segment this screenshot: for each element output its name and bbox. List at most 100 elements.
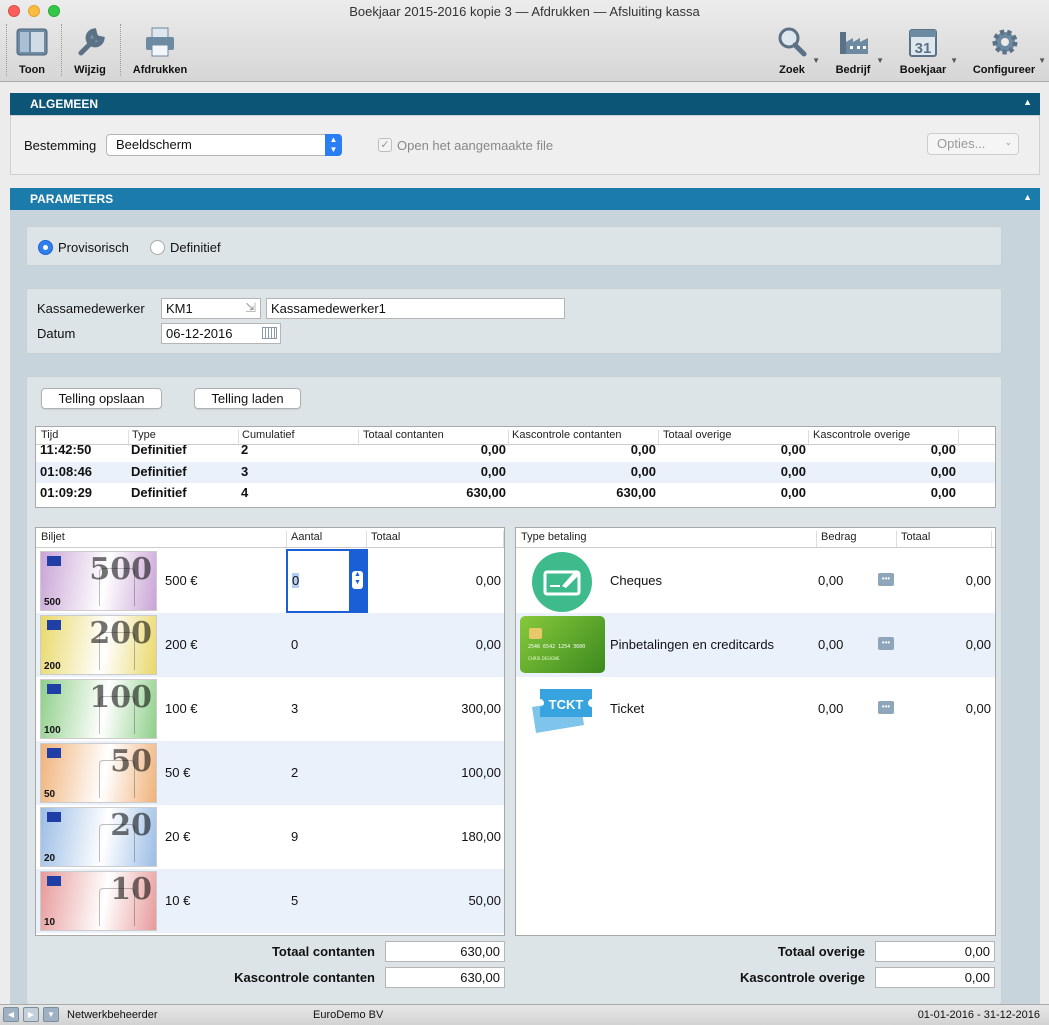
kassamedewerker-name-field[interactable]: Kassamedewerker1 — [266, 298, 565, 319]
banknote-image: 200 200 — [40, 615, 157, 675]
open-file-checkbox[interactable]: ✓ — [378, 138, 392, 152]
definitief-radio[interactable] — [150, 240, 165, 255]
parameters-title: PARAMETERS — [30, 192, 114, 206]
bestemming-select[interactable]: Beeldscherm ▲ ▼ — [106, 134, 342, 156]
eu-flag-icon — [47, 748, 61, 758]
svg-text:31: 31 — [915, 40, 932, 57]
nav-forward-icon[interactable]: ▶ — [23, 1007, 39, 1022]
biljetten-table[interactable]: Biljet Aantal Totaal 500 500 500 €0 ▲ ▼ 0,00 2… — [35, 527, 505, 936]
biljet-label: 20 € — [165, 829, 191, 844]
afdrukken-button[interactable]: Afdrukken — [128, 22, 192, 80]
lookup-arrow-icon[interactable]: ⇲ — [245, 300, 256, 316]
boekjaar-label: Boekjaar — [899, 64, 947, 76]
history-row[interactable]: 01:09:29 Definitief 4 630,00 630,00 0,00… — [36, 483, 995, 504]
biljet-totaal: 0,00 — [475, 637, 501, 652]
status-period: 01-01-2016 - 31-12-2016 — [917, 1009, 1040, 1021]
nav-down-icon[interactable]: ▼ — [43, 1007, 59, 1022]
banknote-value: 100 — [89, 680, 152, 715]
banknote-image: 100 100 — [40, 679, 157, 739]
details-icon[interactable]: ••• — [878, 701, 894, 714]
details-icon[interactable]: ••• — [878, 637, 894, 650]
aantal-value[interactable]: 3 — [291, 701, 298, 716]
zoek-button[interactable]: ▼ Zoek — [772, 22, 820, 80]
telling-laden-button[interactable]: Telling laden — [194, 388, 301, 409]
toon-button[interactable]: Toon — [10, 22, 54, 80]
col-tijd[interactable]: Tijd — [41, 429, 58, 441]
nav-back-icon[interactable]: ◀ — [3, 1007, 19, 1022]
chevron-down-icon: ⌄ — [1004, 137, 1012, 147]
history-table[interactable]: Tijd Type Cumulatief Totaal contanten Ka… — [35, 426, 996, 508]
col-kascontrole-overige[interactable]: Kascontrole overige — [813, 429, 910, 441]
biljet-row[interactable]: 200 200 200 € 0 0,00 — [36, 613, 504, 677]
col-biljet[interactable]: Biljet — [41, 531, 65, 543]
biljet-row[interactable]: 10 10 10 € 5 50,00 — [36, 869, 504, 933]
history-totaal-contanten: 630,00 — [466, 485, 506, 500]
type-radio-group: Provisorisch Definitief — [26, 226, 1002, 266]
col-totaal[interactable]: Totaal — [371, 531, 400, 543]
history-totaal-overige: 0,00 — [780, 445, 806, 457]
datum-label: Datum — [37, 326, 76, 341]
kascontrole-overige-field[interactable]: 0,00 — [875, 967, 995, 988]
eu-flag-icon — [47, 556, 61, 566]
calendar-icon[interactable] — [262, 327, 277, 339]
datum-field[interactable]: 06-12-2016 — [161, 323, 281, 344]
aantal-input-active[interactable]: 0 ▲ ▼ — [286, 549, 368, 613]
banknote-value: 20 — [110, 808, 152, 843]
collapse-icon[interactable]: ▲ — [1023, 192, 1032, 202]
kascontrole-contanten-field[interactable]: 630,00 — [385, 967, 505, 988]
kassamedewerker-code-field[interactable]: KM1 ⇲ — [161, 298, 261, 319]
collapse-icon[interactable]: ▲ — [1023, 97, 1032, 107]
history-row[interactable]: 01:08:46 Definitief 3 0,00 0,00 0,00 0,0… — [36, 462, 995, 483]
totaal-overige-field[interactable]: 0,00 — [875, 941, 995, 962]
aantal-value[interactable]: 5 — [291, 893, 298, 908]
history-row[interactable]: 11:42:50 Definitief 2 0,00 0,00 0,00 0,0… — [36, 445, 995, 461]
betaling-row[interactable]: Cheques 0,00 ••• 0,00 — [516, 549, 995, 613]
col-kascontrole-contanten[interactable]: Kascontrole contanten — [512, 429, 621, 441]
col-totaal[interactable]: Totaal — [901, 531, 930, 543]
algemeen-section-header[interactable]: ALGEMEEN ▲ — [10, 93, 1040, 115]
stepper-icon[interactable]: ▲ ▼ — [352, 571, 363, 589]
biljet-row[interactable]: 20 20 20 €9 180,00 — [36, 805, 504, 869]
banknote-value: 500 — [89, 552, 152, 587]
betaling-label: Ticket — [610, 701, 645, 716]
telling-opslaan-button[interactable]: Telling opslaan — [41, 388, 162, 409]
biljet-row[interactable]: 500 500 500 € 0 ▲ ▼ 0,00 — [36, 549, 504, 613]
gear-icon — [988, 26, 1022, 58]
banknote-image: 20 20 — [40, 807, 157, 867]
eu-flag-icon — [47, 812, 61, 822]
banknote-value: 50 — [110, 744, 152, 779]
biljet-row[interactable]: 100 100 100 € 3 300,00 — [36, 677, 504, 741]
boekjaar-button[interactable]: 31 ▼ Boekjaar — [898, 22, 958, 80]
wrench-icon — [73, 26, 107, 58]
col-totaal-overige[interactable]: Totaal overige — [663, 429, 732, 441]
details-icon[interactable]: ••• — [878, 573, 894, 586]
biljet-row[interactable]: 50 50 50 € 2 100,00 — [36, 741, 504, 805]
aantal-value[interactable]: 9 — [291, 829, 298, 844]
counting-panel: Telling opslaan Telling laden Tijd Type … — [26, 376, 1002, 1004]
kascontrole-overige-label: Kascontrole overige — [740, 970, 865, 985]
col-totaal-contanten[interactable]: Totaal contanten — [363, 429, 444, 441]
history-cumulatief: 3 — [241, 464, 249, 479]
col-aantal[interactable]: Aantal — [291, 531, 322, 543]
betaling-row[interactable]: TCKT Ticket 0,00 ••• 0,00 — [516, 677, 995, 741]
col-bedrag[interactable]: Bedrag — [821, 531, 856, 543]
parameters-section-header[interactable]: PARAMETERS ▲ — [10, 188, 1040, 210]
bedrijf-button[interactable]: ▼ Bedrijf — [832, 22, 884, 80]
col-cumulatief[interactable]: Cumulatief — [242, 429, 295, 441]
col-type-betaling[interactable]: Type betaling — [521, 531, 586, 543]
wijzig-button[interactable]: Wijzig — [66, 22, 114, 80]
aantal-value[interactable]: 2 — [291, 765, 298, 780]
history-kascontrole-overige: 0,00 — [930, 464, 956, 479]
datum-value: 06-12-2016 — [166, 326, 233, 341]
biljet-label: 100 € — [165, 701, 198, 716]
provisorisch-radio[interactable] — [38, 240, 53, 255]
opties-popup[interactable]: Opties... ⌄ — [927, 133, 1019, 155]
filter-panel: Kassamedewerker KM1 ⇲ Kassamedewerker1 D… — [26, 288, 1002, 354]
configureer-button[interactable]: ▼ Configureer — [972, 22, 1046, 80]
betaling-row[interactable]: 2546 6542 1254 3600 CHRIS DESIGNE Pinbet… — [516, 613, 995, 677]
col-type[interactable]: Type — [132, 429, 156, 441]
totaal-contanten-field[interactable]: 630,00 — [385, 941, 505, 962]
betalingen-table[interactable]: Type betaling Bedrag Totaal Cheques 0,00 — [515, 527, 996, 936]
aantal-value[interactable]: 0 — [291, 637, 298, 652]
history-tijd: 11:42:50 — [40, 445, 92, 457]
